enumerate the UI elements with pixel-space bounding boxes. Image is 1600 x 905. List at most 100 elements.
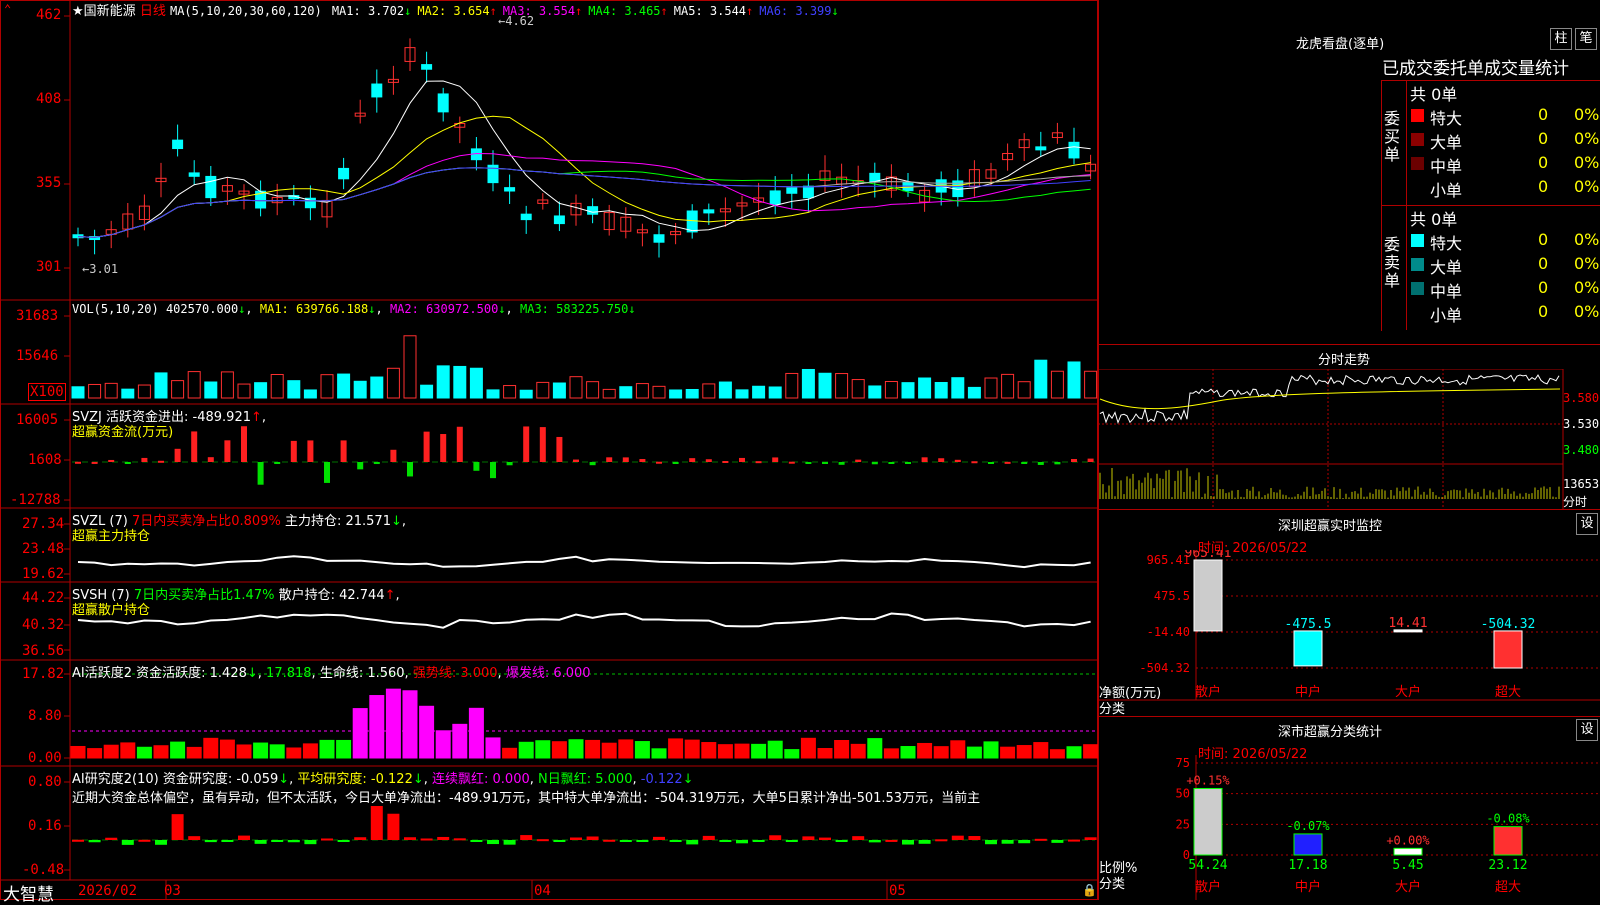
monitor-settings-button[interactable]: 设 <box>1576 513 1598 535</box>
buy-row-name: 小单 <box>1430 181 1463 200</box>
volume-bar <box>602 388 616 399</box>
volume-bar <box>1067 361 1081 399</box>
monitor-bar <box>1193 559 1223 632</box>
kline-candle <box>703 209 715 214</box>
volume-bar <box>71 386 85 399</box>
activity-bar <box>568 739 584 759</box>
volume-bar <box>154 372 168 399</box>
buy-row-name: 特大 <box>1430 109 1463 128</box>
activity-bar <box>136 746 152 759</box>
holding-line <box>77 612 1091 629</box>
volume-bar <box>469 367 483 399</box>
volume-bar <box>718 381 732 399</box>
sell-row-name: 小单 <box>1430 306 1463 325</box>
research-bar <box>437 836 450 840</box>
volume-bar <box>586 381 600 399</box>
class-change-label: +0.00% <box>1386 833 1430 847</box>
class-title: 深市超赢分类统计 <box>1278 725 1383 740</box>
ai-research-axis-label: 0.16 <box>28 818 62 834</box>
ai-research-axis-label: -0.48 <box>22 862 65 878</box>
research-bar <box>404 837 416 840</box>
kline-candle <box>371 83 383 98</box>
intraday-axis-label: 13653 <box>1563 477 1600 491</box>
sell-row-pct: 0% <box>1574 230 1600 249</box>
activity-bar <box>402 690 418 759</box>
volume-bar <box>287 380 301 399</box>
flow-bar <box>224 440 231 462</box>
flow-bar <box>905 462 911 464</box>
lock-icon[interactable]: 🔒 <box>1082 883 1097 897</box>
research-bar <box>852 836 865 840</box>
stock-name[interactable]: 国新能源 <box>84 4 136 19</box>
class-chart: 7550250+0.15%54.24散户-0.07%17.18中户+0.00%5… <box>1176 755 1600 900</box>
research-bar <box>72 839 84 842</box>
activity-bar <box>70 745 86 759</box>
date-label: 2026/02 <box>78 883 138 899</box>
volume-bar <box>88 383 102 399</box>
research-bar <box>951 835 964 840</box>
volume-bar <box>835 373 849 399</box>
activity-bar <box>369 695 385 759</box>
class-category-label: 散户 <box>1195 879 1221 895</box>
activity-bar <box>87 748 103 759</box>
volume-bar <box>801 368 815 399</box>
bar-view-button[interactable]: 柱 <box>1550 28 1572 50</box>
flow-bar <box>988 462 994 464</box>
monitor-category-label: 大户 <box>1395 684 1421 700</box>
svzj-axis-label: 16005 <box>16 412 59 428</box>
kline-candle <box>205 175 217 199</box>
research-bar <box>835 840 848 842</box>
right-panel: 龙虎看盘(逐单) 柱 笔 已成交委托单成交量统计 委买单 委卖单 共 0单 共 … <box>1098 0 1600 900</box>
flow-bar <box>938 458 945 462</box>
buy-row-count: 0 <box>1538 129 1549 148</box>
activity-bar <box>103 744 119 759</box>
kline-candle <box>769 190 781 205</box>
kline-chart-area[interactable] <box>0 0 1098 900</box>
svzj-axis-label: 1608 <box>28 452 62 468</box>
flow-bar <box>124 462 131 464</box>
class-settings-button[interactable]: 设 <box>1576 719 1598 741</box>
kline-candle <box>1035 146 1047 151</box>
flow-bar <box>440 434 447 462</box>
flow-bar <box>722 460 729 463</box>
class-change-label: -0.07% <box>1286 819 1330 833</box>
kline-candle <box>786 187 798 194</box>
activity-bar <box>751 743 767 759</box>
flow-bar <box>1087 458 1094 462</box>
volume-bar <box>121 388 135 399</box>
class-axis-label: 25 <box>1176 817 1190 831</box>
tick-view-button[interactable]: 笔 <box>1575 28 1597 50</box>
sell-row-name: 中单 <box>1430 282 1463 301</box>
class-value-label: 17.18 <box>1288 858 1327 873</box>
activity-bar <box>601 742 617 759</box>
intraday-axis-label: 3.530 <box>1563 417 1600 431</box>
flow-bar <box>390 449 397 462</box>
ai2-axis-label: 0.00 <box>28 750 62 766</box>
research-bar <box>868 840 881 843</box>
kline-candle <box>338 167 350 180</box>
flow-bar <box>639 459 646 462</box>
date-label: 05 <box>889 883 906 899</box>
sell-row-swatch <box>1411 258 1424 271</box>
date-label: 04 <box>534 883 551 899</box>
research-bar <box>221 840 234 842</box>
activity-bar <box>1016 745 1032 759</box>
research-bar <box>702 835 715 840</box>
research-bar <box>238 835 250 840</box>
period-label[interactable]: 日线 <box>140 4 166 19</box>
intraday-axis-label: 3.480 <box>1563 443 1600 457</box>
flow-bar <box>158 460 164 463</box>
research-bar <box>785 840 798 842</box>
panel-divider <box>1098 716 1600 717</box>
volume-bar <box>918 377 932 399</box>
class-change-label: -0.08% <box>1486 812 1530 826</box>
buy-row-swatch <box>1411 157 1424 170</box>
volume-bar <box>220 371 234 399</box>
sell-row-count: 0 <box>1538 278 1549 297</box>
sell-row-pct: 0% <box>1574 254 1600 273</box>
activity-bar <box>933 746 949 759</box>
intraday-chart[interactable] <box>1098 369 1600 509</box>
research-bar <box>752 840 765 842</box>
class-category-label: 中户 <box>1295 879 1321 895</box>
research-bar <box>902 840 914 845</box>
